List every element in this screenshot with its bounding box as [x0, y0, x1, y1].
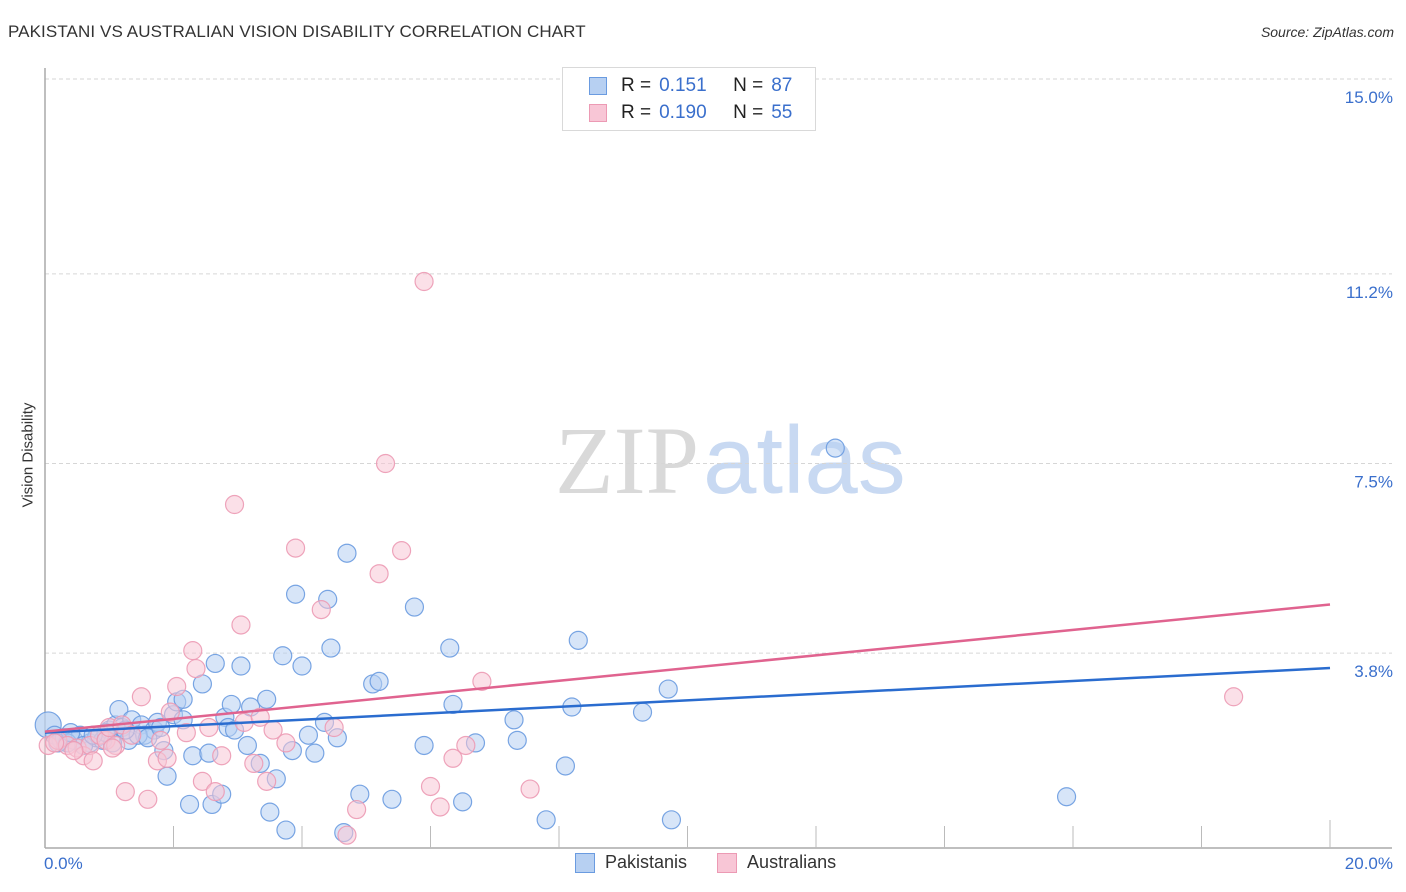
gridlines — [45, 78, 1392, 654]
pakistanis-point — [404, 597, 425, 617]
series-pakistanis-points — [34, 438, 1077, 843]
y-tick-label: 3.8% — [1354, 662, 1393, 681]
australians-swatch — [589, 104, 607, 122]
australians-point — [157, 748, 177, 768]
australians-point — [64, 740, 84, 761]
australians-point — [205, 782, 225, 802]
australians-point — [45, 733, 65, 753]
australians-point — [456, 735, 476, 756]
pakistanis-point — [504, 710, 524, 730]
australians-point — [414, 271, 434, 292]
australians-point — [375, 453, 396, 474]
pakistanis-point — [205, 653, 225, 674]
pakistanis-swatch — [575, 852, 595, 873]
australians-point — [520, 779, 540, 799]
australians-point — [244, 753, 264, 774]
legend-r-label: R = — [621, 102, 652, 123]
australians-point — [151, 730, 171, 750]
pakistanis-point — [285, 584, 306, 604]
pakistanis-point — [555, 756, 576, 776]
australians-point — [347, 799, 367, 820]
y-tick-label: 15.0% — [1345, 88, 1393, 107]
scatter-plot: 3.8% 7.5% 11.2% 15.0% 0.0% 20.0% — [34, 68, 1393, 873]
legend-row-australians: R = 0.190 N = 55 — [589, 101, 792, 125]
pakistanis-point — [337, 543, 357, 563]
australians-point — [276, 733, 296, 753]
pakistanis-point — [321, 638, 341, 658]
pakistanis-point — [298, 725, 319, 745]
australians-point — [311, 600, 331, 620]
pakistanis-point — [825, 438, 845, 458]
australians-point — [131, 687, 151, 707]
series-legend: Pakistanis Australians — [575, 852, 866, 873]
australians-point — [167, 676, 187, 697]
legend-n-label: N = — [733, 102, 764, 123]
pakistanis-point — [507, 730, 527, 750]
australians-swatch — [717, 852, 738, 873]
pakistanis-point — [237, 735, 257, 756]
legend-n-value: 87 — [771, 75, 793, 96]
y-tick-label: 7.5% — [1354, 473, 1393, 492]
australians-point — [224, 494, 245, 515]
australians-point — [420, 776, 441, 797]
pakistanis-point — [382, 789, 402, 809]
australians-point — [1224, 687, 1244, 707]
pakistanis-swatch — [589, 77, 607, 95]
pakistanis-point — [260, 802, 280, 822]
pakistanis-point — [658, 679, 678, 699]
legend-row-pakistanis: R = 0.151 N = 87 — [589, 74, 792, 98]
pakistanis-point — [414, 735, 434, 756]
pakistanis-point — [276, 820, 296, 840]
pakistanis-point — [157, 766, 177, 786]
pakistanis-point — [257, 689, 277, 709]
pakistanis-point — [221, 694, 241, 715]
australians-point — [83, 751, 103, 771]
x-tick-label: 0.0% — [44, 854, 83, 873]
australians-point — [369, 564, 389, 584]
australians-point — [324, 717, 344, 738]
australians-point — [430, 797, 450, 817]
tick-labels: 3.8% 7.5% 11.2% 15.0% 0.0% 20.0% — [44, 88, 1393, 873]
legend-label-pakistanis: Pakistanis — [605, 852, 688, 872]
legend-r-label: R = — [621, 75, 652, 96]
pakistanis-point — [305, 743, 325, 763]
australians-point — [257, 771, 277, 791]
australians-point — [183, 641, 203, 661]
pakistanis-point — [179, 794, 200, 815]
pakistanis-point — [440, 638, 460, 658]
pakistanis-point — [292, 656, 312, 676]
y-tick-label: 11.2% — [1346, 283, 1393, 302]
australians-point — [115, 782, 135, 802]
australians-point — [186, 658, 206, 679]
legend-n-label: N = — [733, 75, 764, 96]
pakistanis-point — [369, 671, 389, 691]
legend-r-value: 0.151 — [659, 75, 707, 96]
legend-item-australians[interactable]: Australians — [717, 852, 836, 873]
pakistanis-point — [536, 810, 556, 830]
legend-n-value: 55 — [771, 102, 793, 123]
australians-point — [102, 738, 123, 758]
pakistanis-point — [661, 810, 682, 830]
australians-point — [231, 615, 251, 635]
legend-label-australians: Australians — [747, 852, 837, 872]
pakistanis-point — [632, 702, 653, 722]
correlation-legend: R = 0.151 N = 87 R = 0.190 N = 55 — [562, 67, 816, 131]
pakistanis-point — [1056, 787, 1077, 807]
australians-point — [138, 789, 158, 809]
pakistanis-point — [453, 792, 473, 812]
australians-point — [285, 538, 306, 558]
x-tick-label: 20.0% — [1345, 854, 1393, 873]
australians-point — [337, 825, 357, 845]
australians-point — [199, 717, 219, 738]
pakistanis-point — [183, 746, 203, 766]
legend-r-value: 0.190 — [659, 102, 707, 123]
australians-point — [212, 746, 232, 766]
pakistanis-point — [273, 646, 293, 666]
pakistanis-point — [568, 630, 588, 650]
australians-point — [391, 541, 412, 561]
pakistanis-point — [231, 656, 251, 676]
series-australians-points — [38, 271, 1244, 845]
legend-item-pakistanis[interactable]: Pakistanis — [575, 852, 687, 873]
